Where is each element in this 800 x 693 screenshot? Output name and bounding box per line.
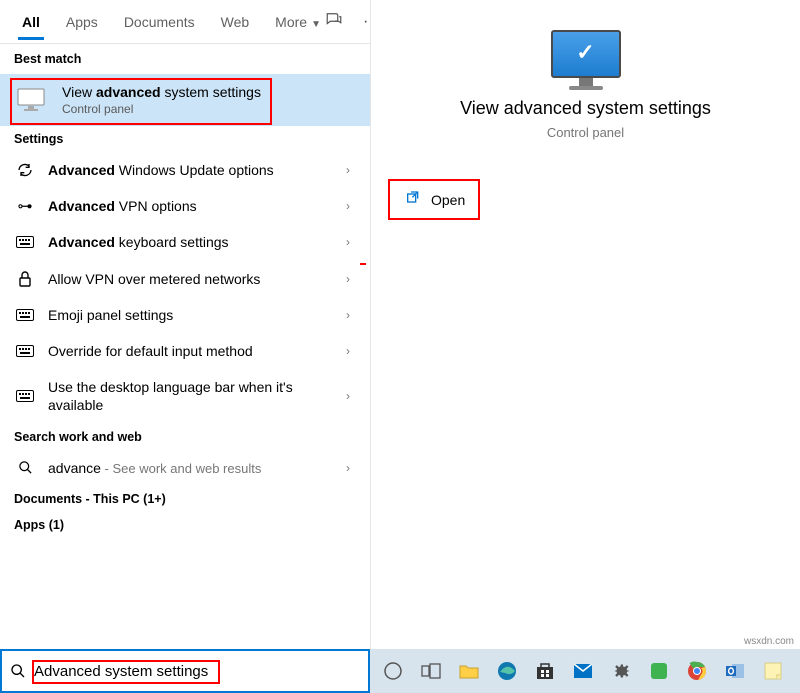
taskbar-mail-icon[interactable] [568, 656, 598, 686]
search-icon [14, 460, 36, 475]
chevron-right-icon: › [340, 272, 356, 286]
settings-item-input-override[interactable]: Override for default input method › [0, 333, 370, 369]
search-bar: Advanced system settings [0, 649, 800, 693]
settings-item-keyboard[interactable]: Advanced keyboard settings › [0, 224, 370, 260]
best-match-subtitle: Control panel [62, 102, 261, 116]
documents-heading[interactable]: Documents - This PC (1+) [0, 486, 370, 512]
taskbar-settings-icon[interactable] [606, 656, 636, 686]
tab-all[interactable]: All [18, 4, 44, 40]
best-match-heading: Best match [0, 44, 370, 74]
web-search-item[interactable]: advance - See work and web results › [0, 450, 370, 487]
chevron-right-icon: › [340, 389, 356, 403]
chevron-right-icon: › [340, 308, 356, 322]
search-icon [10, 663, 26, 679]
settings-heading: Settings [0, 126, 370, 152]
keyboard-icon [14, 309, 36, 321]
tab-more[interactable]: More▼ [271, 4, 325, 40]
settings-item-vpn-metered[interactable]: Allow VPN over metered networks › [0, 261, 370, 297]
settings-item-update[interactable]: Advanced Windows Update options › [0, 152, 370, 188]
chevron-right-icon: › [340, 461, 356, 475]
taskbar [370, 649, 800, 693]
settings-item-emoji[interactable]: Emoji panel settings › [0, 297, 370, 333]
tab-web[interactable]: Web [217, 4, 254, 40]
taskbar-chrome-icon[interactable] [682, 656, 712, 686]
settings-item-label: Emoji panel settings [48, 306, 328, 324]
keyboard-icon [14, 236, 36, 248]
open-icon [405, 190, 421, 209]
top-tabs: All Apps Documents Web More▼ ··· [0, 0, 370, 44]
settings-item-label: Advanced VPN options [48, 197, 328, 215]
taskbar-sticky-icon[interactable] [758, 656, 788, 686]
taskbar-taskview-icon[interactable] [416, 656, 446, 686]
open-button[interactable]: Open [389, 180, 479, 219]
settings-item-label: Advanced Windows Update options [48, 161, 328, 179]
watermark: wsxdn.com [744, 636, 794, 647]
taskbar-explorer-icon[interactable] [454, 656, 484, 686]
tab-apps[interactable]: Apps [62, 4, 102, 40]
apps-heading[interactable]: Apps (1) [0, 512, 370, 538]
chevron-right-icon: › [340, 344, 356, 358]
taskbar-edge-icon[interactable] [492, 656, 522, 686]
feedback-icon[interactable] [325, 10, 343, 33]
open-label: Open [431, 192, 465, 208]
tab-documents[interactable]: Documents [120, 4, 199, 40]
preview-monitor-icon: ✓ [546, 30, 626, 88]
chevron-right-icon: › [340, 199, 356, 213]
settings-item-label: Override for default input method [48, 342, 328, 360]
taskbar-store-icon[interactable] [530, 656, 560, 686]
refresh-icon [14, 162, 36, 178]
settings-item-label: Use the desktop language bar when it's a… [48, 378, 328, 414]
search-text: Advanced system settings [34, 663, 208, 680]
taskbar-outlook-icon[interactable] [720, 656, 750, 686]
monitor-icon [14, 86, 50, 114]
search-web-heading: Search work and web [0, 424, 370, 450]
chevron-right-icon: › [340, 163, 356, 177]
settings-item-label: Advanced keyboard settings [48, 233, 328, 251]
preview-title: View advanced system settings [391, 98, 780, 119]
search-input[interactable]: Advanced system settings [0, 649, 370, 693]
annotation-tick [360, 263, 366, 265]
settings-item-label: Allow VPN over metered networks [48, 270, 328, 288]
web-search-label: advance - See work and web results [48, 459, 328, 478]
settings-item-vpn[interactable]: ⊶ Advanced VPN options › [0, 188, 370, 224]
keyboard-icon [14, 345, 36, 357]
chevron-right-icon: › [340, 235, 356, 249]
best-match-title: View advanced system settings [62, 84, 261, 100]
settings-item-langbar[interactable]: Use the desktop language bar when it's a… [0, 369, 370, 423]
keyboard-icon [14, 390, 36, 402]
preview-subtitle: Control panel [391, 125, 780, 140]
best-match-result[interactable]: View advanced system settings Control pa… [0, 74, 370, 126]
taskbar-cortana-icon[interactable] [378, 656, 408, 686]
taskbar-greenapp-icon[interactable] [644, 656, 674, 686]
vpn-icon: ⊶ [14, 197, 36, 215]
lock-icon [14, 271, 36, 287]
